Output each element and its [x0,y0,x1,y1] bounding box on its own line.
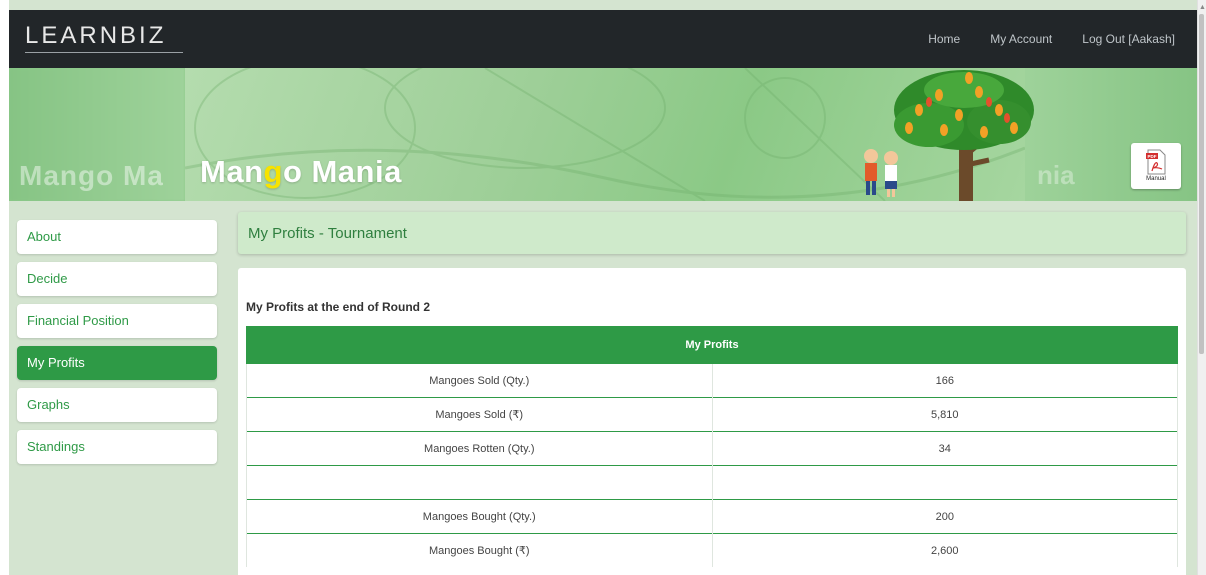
game-title: Mango Mania [200,154,402,190]
banner-ghost-title: Mango Ma [19,160,164,191]
row-label: Mangoes Rotten (Qty.) [246,431,713,466]
manual-label: Manual [1146,176,1166,182]
row-value: 166 [711,363,1179,398]
sidebar-item-decide[interactable]: Decide [17,262,217,296]
banner-ghost-right: nia [1037,160,1075,190]
game-banner: Mango Ma nia Mango Mania PDF Manual [9,68,1197,201]
round-heading: My Profits at the end of Round 2 [246,300,431,314]
nav-my-account-link[interactable]: My Account [990,32,1052,46]
row-value [711,465,1179,500]
row-label [246,465,713,500]
sidebar-item-standings[interactable]: Standings [17,430,217,464]
profits-panel: My Profits at the end of Round 2 My Prof… [238,268,1186,575]
page-title: My Profits - Tournament [248,225,407,242]
row-label: Mangoes Bought (Qty.) [246,499,713,534]
brand-underline [25,52,183,53]
browser-frame-left [0,0,9,575]
mango-tree-illustration [864,70,1034,201]
game-title-prefix: Man [200,154,264,189]
top-navbar: LEARNBIZ Home My Account Log Out [Aakash… [9,10,1197,68]
table-row: Mangoes Bought (₹) 2,600 [246,533,1179,567]
sidebar-item-about[interactable]: About [17,220,217,254]
pdf-icon: PDF [1146,149,1166,175]
row-label: Mangoes Sold (₹) [246,397,713,432]
scroll-up-arrow-icon[interactable]: ▲ [1199,4,1206,12]
row-label: Mangoes Bought (₹) [246,533,713,567]
page-header: My Profits - Tournament [238,212,1186,254]
table-header: My Profits [246,326,1178,364]
table-row: Mangoes Sold (Qty.) 166 [246,363,1179,398]
row-value: 200 [711,499,1179,534]
game-title-suffix: o Mania [282,154,402,189]
brand-logo[interactable]: LEARNBIZ [25,22,166,50]
table-row: Mangoes Sold (₹) 5,810 [246,397,1179,432]
nav-home-link[interactable]: Home [928,32,960,46]
sidebar-item-graphs[interactable]: Graphs [17,388,217,422]
sidebar-nav: About Decide Financial Position My Profi… [17,220,217,472]
nav-logout-link[interactable]: Log Out [Aakash] [1082,32,1175,46]
row-label: Mangoes Sold (Qty.) [246,363,713,398]
row-value: 5,810 [711,397,1179,432]
row-value: 34 [711,431,1179,466]
manual-pdf-button[interactable]: PDF Manual [1131,143,1181,189]
sidebar-item-financial-position[interactable]: Financial Position [17,304,217,338]
game-title-mango-letter: g [263,154,283,189]
sidebar-item-my-profits[interactable]: My Profits [17,346,217,380]
table-row: Mangoes Bought (Qty.) 200 [246,499,1179,534]
table-row-empty [246,465,1179,500]
profits-table: My Profits Mangoes Sold (Qty.) 166 Mango… [246,326,1179,567]
row-value: 2,600 [711,533,1179,567]
pdf-badge-text: PDF [1148,154,1157,159]
scrollbar-thumb[interactable] [1199,14,1204,354]
nav-links: Home My Account Log Out [Aakash] [928,32,1175,46]
table-row: Mangoes Rotten (Qty.) 34 [246,431,1179,466]
